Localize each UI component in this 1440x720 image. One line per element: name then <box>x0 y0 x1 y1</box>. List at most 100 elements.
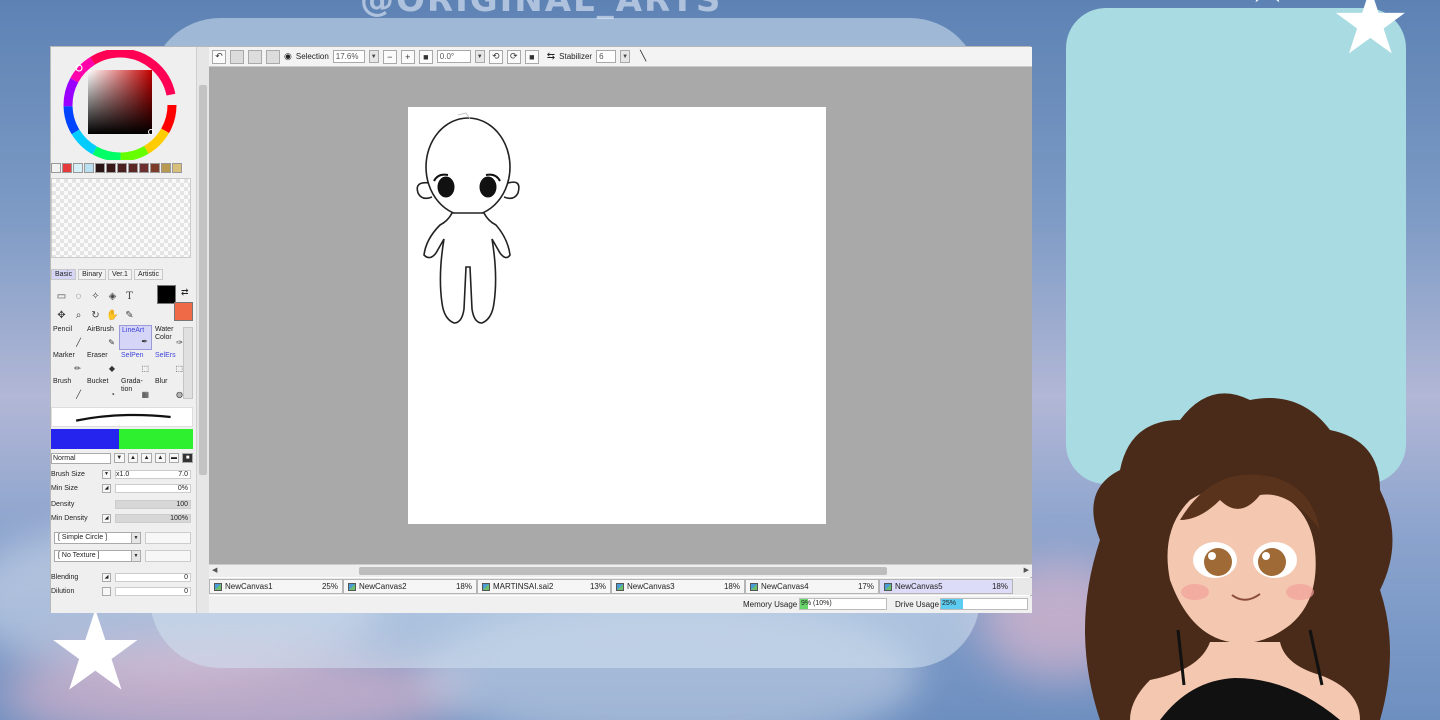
palette-swatch[interactable] <box>84 163 94 173</box>
color-bar-green[interactable] <box>119 429 193 449</box>
brush-texture-dropdown-icon[interactable]: ▼ <box>131 550 141 562</box>
scroll-right-icon[interactable]: ▶ <box>1024 566 1029 574</box>
drawing-canvas[interactable] <box>408 107 826 524</box>
fill-icon[interactable]: ◈ <box>104 287 121 306</box>
dilution-slider[interactable]: 0 <box>115 587 191 596</box>
lasso-icon[interactable]: ◌ <box>70 287 87 306</box>
rotate-reset-icon[interactable]: ■ <box>524 49 539 64</box>
magic-wand-icon[interactable]: ✧ <box>87 287 104 306</box>
palette-swatch[interactable] <box>95 163 105 173</box>
blending-curve-icon[interactable]: ◢ <box>102 573 111 582</box>
zoom-in-icon[interactable]: + <box>400 49 415 64</box>
min-density-slider[interactable]: 100% <box>115 514 191 523</box>
brush-texture-strength[interactable] <box>145 550 191 562</box>
brush-slot[interactable]: Blur ◍ <box>153 377 186 402</box>
zoom-dropdown-icon[interactable]: ▼ <box>368 50 379 63</box>
canvas-tab[interactable]: NewCanvas5 18% <box>879 579 1013 594</box>
brush-shape-2[interactable]: ▲ <box>141 453 152 463</box>
min-density-curve-icon[interactable]: ◢ <box>102 514 111 523</box>
canvas-tab[interactable]: NewCanvas3 18% <box>611 579 745 594</box>
brush-slot[interactable]: Grada-tion ▦ <box>119 377 152 402</box>
invert-selection-icon[interactable] <box>266 49 280 64</box>
mode-dropdown-icon[interactable]: ▼ <box>113 453 125 463</box>
palette-swatch[interactable] <box>51 163 61 173</box>
palette-swatch[interactable] <box>73 163 83 173</box>
brush-shape-dropdown-icon[interactable]: ▼ <box>131 532 141 544</box>
blend-mode-select[interactable]: Normal <box>51 452 111 464</box>
brush-slot[interactable]: LineArt ✒ <box>119 325 152 350</box>
brush-slot[interactable]: Marker ✏ <box>51 351 84 376</box>
rotation-field[interactable]: 0.0° <box>436 50 471 63</box>
stabilizer-field[interactable]: 6 <box>596 50 617 63</box>
redo-icon[interactable] <box>230 49 244 64</box>
deselect-icon[interactable] <box>248 49 262 64</box>
brush-size-slider[interactable]: x1.0 7.0 <box>115 470 191 479</box>
dilution-curve-icon[interactable] <box>102 587 111 596</box>
brush-size-dropdown[interactable]: ▼ <box>102 470 111 479</box>
brush-slot[interactable]: AirBrush ✎ <box>85 325 118 350</box>
canvas-tab[interactable]: NewCanvas1 25% <box>209 579 343 594</box>
select-rect-icon[interactable]: ▭ <box>53 287 70 306</box>
rotate-left-icon[interactable]: ⟲ <box>488 49 503 64</box>
selection-label[interactable]: Selection <box>296 52 329 61</box>
brush-slot[interactable]: Brush ╱ <box>51 377 84 402</box>
min-size-slider[interactable]: 0% <box>115 484 191 493</box>
color-wheel[interactable] <box>60 50 180 160</box>
eye-icon[interactable]: ◉ <box>284 51 292 62</box>
undo-icon[interactable]: ↶ <box>212 49 226 64</box>
brush-shape-4[interactable]: ▬ <box>168 453 180 463</box>
canvas-workspace[interactable] <box>209 67 1032 564</box>
zoom-reset-icon[interactable]: ■ <box>418 49 433 64</box>
brush-shape-5[interactable]: ■ <box>182 453 194 463</box>
palette-swatch[interactable] <box>172 163 182 173</box>
brush-slot[interactable]: Pencil ╱ <box>51 325 84 350</box>
palette-swatch[interactable] <box>117 163 127 173</box>
scratch-pad[interactable] <box>51 178 191 258</box>
palette-swatch[interactable] <box>139 163 149 173</box>
palette-swatch[interactable] <box>106 163 116 173</box>
canvas-tab[interactable]: NewCanvas4 17% <box>745 579 879 594</box>
scrollbar-thumb[interactable] <box>199 85 207 475</box>
toolset-tab-ver1[interactable]: Ver.1 <box>107 269 132 280</box>
brush-shape-strength[interactable] <box>145 532 191 544</box>
horizontal-scrollbar[interactable]: ◀ ▶ <box>209 564 1032 577</box>
brush-slot[interactable]: SelPen ⬚ <box>119 351 152 376</box>
zoom-out-icon[interactable]: − <box>382 49 397 64</box>
pen-pressure-icon[interactable]: ╲ <box>640 51 646 62</box>
zoom-field[interactable]: 17.6% <box>332 50 365 63</box>
scroll-left-icon[interactable]: ◀ <box>212 566 217 574</box>
toolset-tab-basic[interactable]: Basic <box>51 269 77 280</box>
palette-swatch[interactable] <box>62 163 72 173</box>
background-color[interactable] <box>174 302 193 321</box>
rotate-icon[interactable]: ↻ <box>87 306 104 325</box>
eyedropper-icon[interactable]: ✎ <box>121 306 138 325</box>
flip-icon[interactable]: ⇆ <box>547 51 555 62</box>
canvas-tab[interactable]: NewCanvas2 18% <box>343 579 477 594</box>
brush-slot[interactable]: Eraser ◆ <box>85 351 118 376</box>
palette-swatch[interactable] <box>161 163 171 173</box>
left-panel-scrollbar[interactable] <box>196 47 209 613</box>
brush-texture-select[interactable]: [ No Texture ] <box>54 550 134 562</box>
canvas-tab[interactable]: MARTINSAI.sai2 13% <box>477 579 611 594</box>
palette-swatch[interactable] <box>150 163 160 173</box>
toolset-tab-artistic[interactable]: Artistic <box>133 269 163 280</box>
zoom-icon[interactable]: ⌕ <box>70 306 87 325</box>
blending-slider[interactable]: 0 <box>115 573 191 582</box>
swap-colors-icon[interactable]: ⇄ <box>181 287 189 298</box>
rotation-dropdown-icon[interactable]: ▼ <box>474 50 485 63</box>
color-bar-blue[interactable] <box>51 429 119 449</box>
rotate-right-icon[interactable]: ⟳ <box>506 49 521 64</box>
palette-swatch[interactable] <box>128 163 138 173</box>
hand-icon[interactable]: ✋ <box>104 306 121 325</box>
brush-shape-select[interactable]: [ Simple Circle ] <box>54 532 134 544</box>
density-slider[interactable]: 100 <box>115 500 191 509</box>
toolset-tab-binary[interactable]: Binary <box>78 269 106 280</box>
brush-shape-1[interactable]: ▲ <box>127 453 139 463</box>
brush-shape-3[interactable]: ▲ <box>154 453 166 463</box>
min-size-curve-icon[interactable]: ◢ <box>102 484 111 493</box>
move-icon[interactable]: ✥ <box>53 306 70 325</box>
brush-slot[interactable]: Bucket ◔ <box>85 377 118 402</box>
brush-slot[interactable]: SelErs ⬚ <box>153 351 186 376</box>
brush-slot[interactable]: Water Color ✑ <box>153 325 186 350</box>
scrollbar-thumb[interactable] <box>359 567 887 575</box>
